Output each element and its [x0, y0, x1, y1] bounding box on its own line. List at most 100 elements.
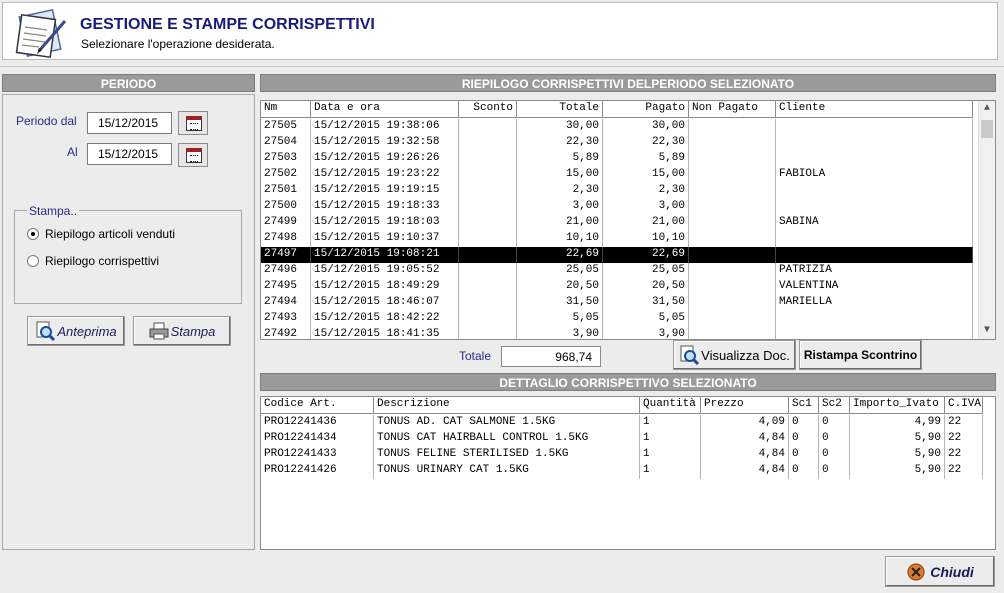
table-cell-sc2: 0	[819, 447, 850, 463]
table-cell-prezzo: 4,84	[701, 447, 789, 463]
scroll-down-icon[interactable]: ▼	[979, 323, 995, 339]
column-header[interactable]: Sc1	[789, 397, 819, 413]
table-row-selected[interactable]: 27497 15/12/2015 19:08:21 22,69 22,69	[261, 247, 973, 263]
column-header[interactable]: Totale	[517, 101, 603, 117]
column-header[interactable]: Sconto	[459, 101, 517, 117]
table-cell-data: 15/12/2015 19:19:15	[311, 183, 459, 199]
column-header[interactable]: Quantità	[640, 397, 701, 413]
table-cell-non-pagato	[689, 151, 776, 167]
table-cell-cliente	[776, 247, 973, 263]
table-row[interactable]: 27503 15/12/2015 19:26:26 5,89 5,89	[261, 151, 973, 167]
periodo-dal-input[interactable]: 15/12/2015	[87, 112, 172, 134]
table-row[interactable]: PRO12241436 TONUS AD. CAT SALMONE 1.5KG 1 4…	[261, 415, 983, 431]
column-header[interactable]: Sc2	[819, 397, 850, 413]
table-cell-sconto	[459, 295, 517, 311]
column-header[interactable]: Data e ora	[311, 101, 459, 117]
table-cell-totale: 25,05	[517, 263, 603, 279]
header-panel: GESTIONE E STAMPE CORRISPETTIVI Selezion…	[2, 2, 998, 60]
table-cell-nm: 27494	[261, 295, 311, 311]
anteprima-button[interactable]: Anteprima	[27, 316, 125, 346]
table-cell-descrizione: TONUS AD. CAT SALMONE 1.5KG	[374, 415, 640, 431]
table-cell-data: 15/12/2015 19:18:33	[311, 199, 459, 215]
table-cell-data: 15/12/2015 19:08:21	[311, 247, 459, 263]
chiudi-button[interactable]: Chiudi	[885, 556, 995, 587]
riepilogo-header-row: Nm Data e ora Sconto Totale Pagato Non Pagato…	[261, 101, 973, 118]
table-row[interactable]: 27499 15/12/2015 19:18:03 21,00 21,00 SABINA	[261, 215, 973, 231]
radio-label: Riepilogo corrispettivi	[45, 254, 160, 268]
table-cell-non-pagato	[689, 263, 776, 279]
document-pen-icon	[15, 9, 67, 59]
column-header[interactable]: Non Pagato	[689, 101, 776, 117]
table-cell-non-pagato	[689, 295, 776, 311]
stampa-button[interactable]: Stampa	[133, 316, 231, 346]
scroll-up-icon[interactable]: ▲	[979, 101, 995, 117]
table-cell-totale: 30,00	[517, 119, 603, 135]
table-cell-totale: 20,50	[517, 279, 603, 295]
radio-riepilogo-corrispettivi[interactable]: Riepilogo corrispettivi	[27, 253, 159, 269]
table-cell-pagato: 21,00	[603, 215, 689, 231]
column-header[interactable]: C.IVA	[945, 397, 983, 413]
periodo-dal-calendar-button[interactable]	[178, 111, 208, 135]
totale-label: Totale	[459, 349, 492, 363]
table-row[interactable]: PRO12241434 TONUS CAT HAIRBALL CONTROL 1.…	[261, 431, 983, 447]
table-cell-codice: PRO12241426	[261, 463, 374, 479]
table-row[interactable]: PRO12241426 TONUS URINARY CAT 1.5KG 1 4,84 0…	[261, 463, 983, 479]
table-cell-sconto	[459, 231, 517, 247]
table-cell-totale: 15,00	[517, 167, 603, 183]
table-row[interactable]: 27505 15/12/2015 19:38:06 30,00 30,00	[261, 119, 973, 135]
magnifier-icon	[680, 345, 700, 365]
column-header[interactable]: Descrizione	[374, 397, 640, 413]
table-cell-sconto	[459, 119, 517, 135]
table-cell-sc1: 0	[789, 431, 819, 447]
table-cell-totale: 10,10	[517, 231, 603, 247]
table-cell-data: 15/12/2015 19:26:26	[311, 151, 459, 167]
column-header[interactable]: Prezzo	[701, 397, 789, 413]
table-cell-sc1: 0	[789, 447, 819, 463]
column-header[interactable]: Codice Art.	[261, 397, 374, 413]
table-cell-data: 15/12/2015 19:23:22	[311, 167, 459, 183]
table-row[interactable]: 27492 15/12/2015 18:41:35 3,90 3,90	[261, 327, 973, 339]
table-cell-cliente	[776, 183, 973, 199]
ristampa-scontrino-button[interactable]: Ristampa Scontrino	[799, 340, 922, 370]
radio-button[interactable]	[27, 255, 39, 267]
table-cell-importo: 5,90	[850, 463, 945, 479]
vertical-scrollbar[interactable]: ▲ ▼	[978, 101, 995, 339]
table-cell-cliente	[776, 199, 973, 215]
scroll-thumb[interactable]	[981, 120, 993, 138]
column-header[interactable]: Cliente	[776, 101, 973, 117]
table-row[interactable]: 27494 15/12/2015 18:46:07 31,50 31,50 MARIEL…	[261, 295, 973, 311]
table-cell-data: 15/12/2015 19:18:03	[311, 215, 459, 231]
table-cell-non-pagato	[689, 199, 776, 215]
table-row[interactable]: 27498 15/12/2015 19:10:37 10,10 10,10	[261, 231, 973, 247]
periodo-al-calendar-button[interactable]	[178, 143, 208, 167]
table-cell-cliente	[776, 151, 973, 167]
table-row[interactable]: PRO12241433 TONUS FELINE STERILISED 1.5KG…	[261, 447, 983, 463]
table-row[interactable]: 27495 15/12/2015 18:49:29 20,50 20,50 VALENT…	[261, 279, 973, 295]
dettaglio-table[interactable]: Codice Art. Descrizione Quantità Prezzo Sc1 S…	[260, 396, 996, 550]
periodo-al-input[interactable]: 15/12/2015	[87, 143, 172, 165]
column-header[interactable]: Pagato	[603, 101, 689, 117]
table-row[interactable]: 27501 15/12/2015 19:19:15 2,30 2,30	[261, 183, 973, 199]
table-row[interactable]: 27504 15/12/2015 19:32:58 22,30 22,30	[261, 135, 973, 151]
table-cell-pagato: 22,69	[603, 247, 689, 263]
column-header[interactable]: Nm	[261, 101, 311, 117]
dettaglio-header-row: Codice Art. Descrizione Quantità Prezzo Sc1 S…	[261, 397, 983, 414]
page-title: GESTIONE E STAMPE CORRISPETTIVI	[80, 16, 375, 33]
radio-riepilogo-articoli[interactable]: Riepilogo articoli venduti	[27, 226, 175, 242]
periodo-dal-label: Periodo dal	[16, 114, 77, 128]
table-row[interactable]: 27502 15/12/2015 19:23:22 15,00 15,00 FABIOL…	[261, 167, 973, 183]
visualizza-doc-button[interactable]: Visualizza Doc.	[673, 340, 796, 370]
radio-button-checked[interactable]	[27, 228, 39, 240]
table-cell-nm: 27495	[261, 279, 311, 295]
calendar-icon	[186, 148, 202, 163]
table-cell-non-pagato	[689, 135, 776, 151]
table-cell-prezzo: 4,84	[701, 431, 789, 447]
riepilogo-table[interactable]: Nm Data e ora Sconto Totale Pagato Non Pagato…	[260, 100, 996, 340]
table-row[interactable]: 27493 15/12/2015 18:42:22 5,05 5,05	[261, 311, 973, 327]
table-cell-cliente	[776, 119, 973, 135]
table-cell-pagato: 2,30	[603, 183, 689, 199]
table-row[interactable]: 27496 15/12/2015 19:05:52 25,05 25,05 PATRIZ…	[261, 263, 973, 279]
column-header[interactable]: Importo_Ivato	[850, 397, 945, 413]
table-cell-nm: 27493	[261, 311, 311, 327]
table-row[interactable]: 27500 15/12/2015 19:18:33 3,00 3,00	[261, 199, 973, 215]
